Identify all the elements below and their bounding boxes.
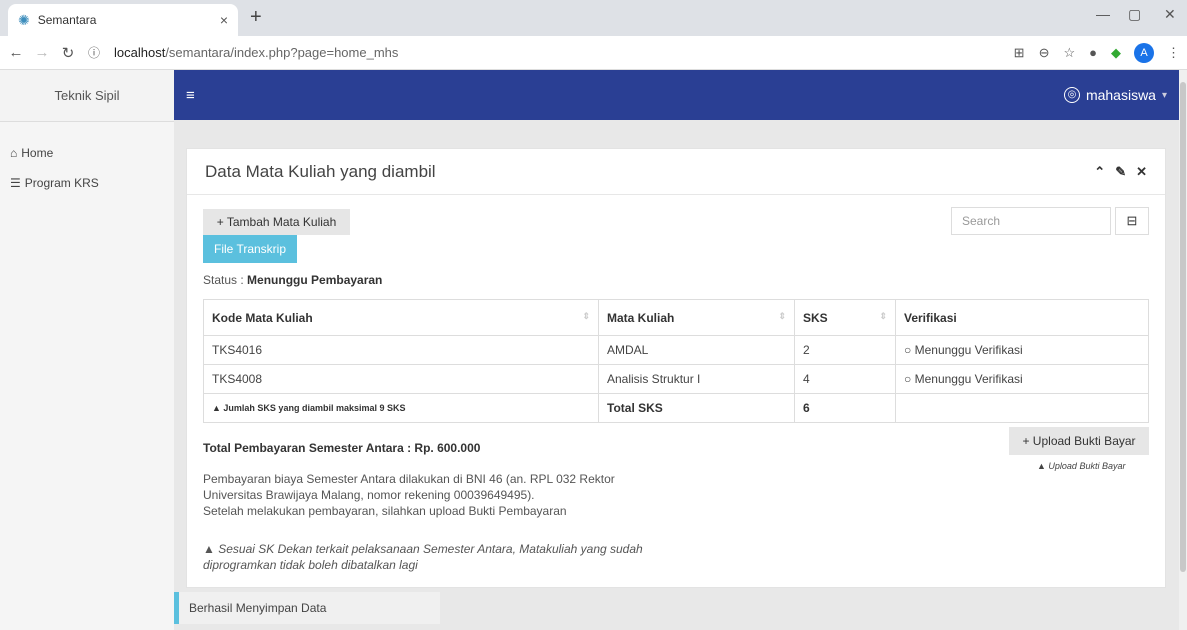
reload-icon[interactable]: ↻ [58,44,78,62]
column-header-sks[interactable]: SKS ⇕ [794,299,896,336]
cell-verifikasi: ○ Menunggu Verifikasi [895,364,1149,394]
status-label: Status : [203,273,248,287]
cell-kode: TKS4016 [203,335,599,365]
warning-icon: ▲ [203,542,219,556]
menu-toggle-icon[interactable]: ≡ [186,87,195,104]
panel-tools: ⌃ ✎ ✕ [1094,164,1147,180]
upload-note: ▲ Upload Bukti Bayar [1037,461,1126,471]
status-text: Status : Menunggu Pembayaran [203,273,382,287]
extension-2-icon[interactable]: ◆ [1111,45,1121,61]
pending-circle-icon: ○ [904,343,915,357]
payment-info: Pembayaran biaya Semester Antara dilakuk… [203,471,683,519]
sidebar: Teknik Sipil ⌂ Home ☰ Program KRS [0,70,174,630]
scrollbar-thumb[interactable] [1180,82,1186,572]
warning-line: Sesuai SK Dekan terkait pelaksanaan Seme… [218,542,643,556]
column-header-kode[interactable]: Kode Mata Kuliah ⇕ [203,299,599,336]
collapse-icon[interactable]: ⌃ [1094,164,1105,180]
tab-close-icon[interactable]: × [220,12,228,28]
zoom-icon[interactable]: ⊖ [1039,45,1050,61]
total-payment: Total Pembayaran Semester Antara : Rp. 6… [203,441,481,455]
back-arrow-icon[interactable]: ← [6,44,26,61]
tab-title: Semantara [37,13,97,27]
warning-icon: ▲ [1037,461,1049,471]
add-course-button[interactable]: + Tambah Mata Kuliah [203,209,350,235]
browser-menu-icon[interactable]: ⋮ [1167,45,1180,61]
cell-sks: 2 [794,335,896,365]
dean-warning: ▲ Sesuai SK Dekan terkait pelaksanaan Se… [203,541,683,573]
url-host: localhost [114,45,166,60]
user-icon: ◎ [1063,87,1080,103]
warning-line: diprogramkan tidak boleh dibatalkan lagi [203,558,418,572]
home-icon: ⌂ [10,146,18,160]
browser-toolbar: ← → ↻ ⓘ localhost/semantara/index.php?pa… [0,36,1187,70]
cell-sks: 4 [794,364,896,394]
cell-mata-kuliah: Analisis Struktur I [598,364,795,394]
window-close-button[interactable]: ✕ [1164,6,1176,23]
extension-icon[interactable]: ● [1089,45,1097,60]
table-footer-row: ▲ Jumlah SKS yang diambil maksimal 9 SKS… [203,393,1149,423]
info-line: Setelah melakukan pembayaran, silahkan u… [203,504,567,518]
sidebar-brand[interactable]: Teknik Sipil [0,70,174,122]
panel-title: Data Mata Kuliah yang diambil [205,161,436,181]
warning-icon: ▲ [212,403,224,413]
success-toast: Berhasil Menyimpan Data [174,592,440,624]
column-header-mata-kuliah[interactable]: Mata Kuliah ⇕ [598,299,795,336]
user-name: mahasiswa [1085,87,1156,103]
sort-icon: ⇕ [778,310,786,321]
column-header-verifikasi[interactable]: Verifikasi [895,299,1149,336]
toggle-icon: ⊟ [1126,213,1138,228]
pending-circle-icon: ○ [904,372,915,386]
total-sks-label: Total SKS [598,393,795,423]
minimize-button[interactable]: — [1096,6,1110,22]
empty-cell [895,393,1149,423]
page-scrollbar[interactable] [1179,70,1187,630]
panel-body: + Tambah Mata Kuliah File Transkrip Stat… [187,195,1165,572]
sidebar-item-label: Home [21,146,54,160]
profile-avatar[interactable]: A [1134,42,1154,63]
cell-verifikasi: ○ Menunggu Verifikasi [895,335,1149,365]
sidebar-item-label: Program KRS [24,176,99,190]
courses-table: Kode Mata Kuliah ⇕ Mata Kuliah ⇕ SKS ⇕ Veri… [203,299,1149,423]
new-tab-button[interactable]: + [250,6,262,29]
info-line: Pembayaran biaya Semester Antara dilakuk… [203,472,615,486]
url-path: /semantara/index.php?page=home_mhs [165,45,399,60]
close-icon[interactable]: ✕ [1136,164,1147,180]
sort-icon: ⇕ [582,310,590,321]
browser-tab[interactable]: ✺ Semantara × [8,4,238,36]
main-content: Data Mata Kuliah yang diambil ⌃ ✎ ✕ + Ta… [174,120,1179,630]
wrench-icon[interactable]: ✎ [1115,164,1126,180]
courses-panel: Data Mata Kuliah yang diambil ⌃ ✎ ✕ + Ta… [186,148,1166,588]
user-menu[interactable]: ◎ mahasiswa ▾ [1063,87,1167,103]
browser-tabstrip: ✺ Semantara × + — ▢ ✕ [0,0,1187,36]
list-icon: ☰ [10,176,21,190]
cell-mata-kuliah: AMDAL [598,335,795,365]
transcript-file-button[interactable]: File Transkrip [203,235,297,263]
table-row: TKS4008 Analisis Struktur I 4 ○ Menunggu… [203,364,1149,394]
upload-payment-button[interactable]: + Upload Bukti Bayar [1009,427,1149,455]
chevron-down-icon: ▾ [1161,89,1167,101]
sort-icon: ⇕ [879,310,887,321]
total-sks-value: 6 [794,393,896,423]
max-sks-note: ▲ Jumlah SKS yang diambil maksimal 9 SKS [203,393,599,423]
table-row: TKS4016 AMDAL 2 ○ Menunggu Verifikasi [203,335,1149,365]
address-bar[interactable]: localhost/semantara/index.php?page=home_… [114,45,1007,60]
sidebar-item-home[interactable]: ⌂ Home [0,138,174,168]
table-header-row: Kode Mata Kuliah ⇕ Mata Kuliah ⇕ SKS ⇕ Veri… [203,299,1149,336]
maximize-button[interactable]: ▢ [1128,6,1141,23]
cell-kode: TKS4008 [203,364,599,394]
app-topbar: ≡ ◎ mahasiswa ▾ [174,70,1179,120]
search-input[interactable] [951,207,1111,235]
forward-arrow-icon[interactable]: → [32,44,52,61]
bookmark-star-icon[interactable]: ☆ [1063,45,1075,61]
site-info-icon[interactable]: ⓘ [84,44,104,61]
sidebar-item-program-krs[interactable]: ☰ Program KRS [0,168,174,198]
info-line: Universitas Brawijaya Malang, nomor reke… [203,488,535,502]
column-toggle-button[interactable]: ⊟ [1115,207,1149,235]
translate-icon[interactable]: ⊞ [1014,45,1025,61]
status-value: Menunggu Pembayaran [247,273,383,287]
panel-header: Data Mata Kuliah yang diambil ⌃ ✎ ✕ [187,149,1165,195]
app-favicon-icon: ✺ [18,11,30,28]
